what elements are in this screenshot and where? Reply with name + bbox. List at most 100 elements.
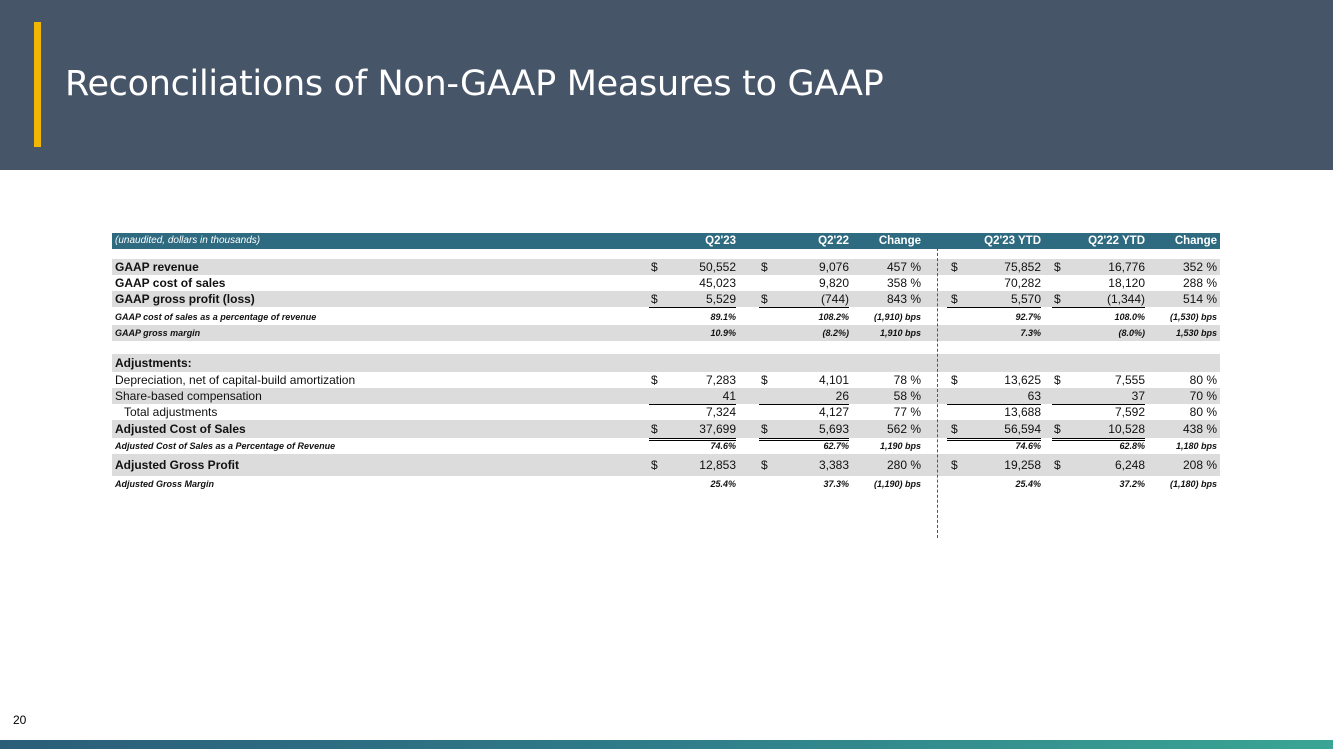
table-row: GAAP cost of sales 45,023 9,820 358 % 70… [112,275,1220,292]
row-label: Share-based compensation [115,389,262,403]
table-row: Adjusted Gross Profit $ 12,853 $ 3,383 2… [112,454,1220,476]
value-q222-ytd: (8.0%) [1118,328,1145,338]
value-q222-ytd: 7,555 [1114,373,1145,387]
value-q222-ytd: 18,120 [1052,275,1145,292]
value-change: 1,910 bps [879,328,921,338]
value-q223: 7,283 [705,373,736,387]
value-q222: (744) [820,292,849,306]
page-number: 20 [13,713,27,727]
value-change-ytd: 1,180 bps [1175,441,1217,451]
value-q222-ytd: (1,344) [1106,292,1145,306]
table-row: Adjustments: [112,354,1220,372]
slide-header: Reconciliations of Non-GAAP Measures to … [0,0,1333,170]
value-change: 562 % [886,422,921,436]
value-q223: 25.4% [710,479,736,489]
period-divider [937,248,938,538]
row-label: GAAP cost of sales [115,276,226,290]
value-q223-ytd: 63 [947,388,1041,405]
value-q223: 45,023 [649,275,736,292]
table-row: GAAP gross margin 10.9% (8.2%) 1,910 bps… [112,325,1220,341]
accent-bar [34,22,41,147]
value-change: 1,190 bps [879,441,921,451]
table-row: GAAP revenue $ 50,552 $ 9,076 457 % $ 75… [112,259,1220,275]
row-label: GAAP cost of sales as a percentage of re… [115,312,317,322]
value-q222: 4,101 [818,373,849,387]
value-q222: 3,383 [818,458,849,472]
table-note: (unaudited, dollars in thousands) [115,235,261,246]
value-q223-ytd: 19,258 [1004,458,1041,472]
table-row: GAAP gross profit (loss) $ 5,529 $ (744)… [112,291,1220,307]
value-change: 78 % [893,373,921,387]
slide-title: Reconciliations of Non-GAAP Measures to … [65,64,884,104]
col-header-q222: Q2'22 [818,235,849,247]
value-q223: 7,324 [649,404,736,421]
col-header-q223: Q2'23 [705,235,736,247]
value-q223-ytd: 25.4% [1015,479,1041,489]
value-q223: 41 [649,388,736,405]
table-row: Total adjustments 7,324 4,127 77 % 13,68… [112,404,1220,421]
row-label: GAAP revenue [115,260,199,274]
value-change: 358 % [886,276,921,290]
row-label: Adjusted Gross Profit [115,458,240,472]
value-change-ytd: 352 % [1182,260,1217,274]
value-q222-ytd: 37.2% [1119,479,1145,489]
value-q223-ytd: 75,852 [1004,260,1041,274]
col-header-change: Change [878,235,921,247]
value-change-ytd: 288 % [1182,276,1217,290]
value-q223-ytd: 13,688 [947,404,1041,421]
table-row: Adjusted Cost of Sales as a Percentage o… [112,438,1220,454]
value-change: (1,910) bps [873,312,921,322]
row-label: Depreciation, net of capital-build amort… [115,373,356,387]
value-q222-ytd: 7,592 [1052,404,1145,421]
value-q222: 108.2% [818,312,849,322]
value-q222: 26 [759,388,849,405]
spacer-row [112,341,1220,354]
value-change-ytd: 80 % [1189,405,1217,419]
footer-bar [0,740,1333,749]
value-q222: (8.2%) [822,328,849,338]
table-row: Adjusted Cost of Sales $ 37,699 $ 5,693 … [112,420,1220,441]
value-change: 843 % [886,292,921,306]
value-q223: 50,552 [699,260,736,274]
value-change-ytd: 70 % [1189,389,1217,403]
value-q223: 74.6% [710,441,736,451]
value-q223-ytd: 13,625 [1004,373,1041,387]
value-q222: 37.3% [823,479,849,489]
row-label: Total adjustments [124,405,218,419]
value-change: 77 % [893,405,921,419]
value-q223: 12,853 [699,458,736,472]
section-label: Adjustments: [115,356,192,370]
value-q223-ytd: 5,570 [1010,292,1041,306]
value-change-ytd: 80 % [1189,373,1217,387]
row-label: Adjusted Cost of Sales as a Percentage o… [115,441,336,451]
value-q222: 4,127 [759,404,849,421]
spacer-row [112,249,1220,259]
value-q223-ytd: 74.6% [1015,441,1041,451]
value-q222-ytd: 108.0% [1114,312,1145,322]
table-row: Adjusted Gross Margin 25.4% 37.3% (1,190… [112,476,1220,492]
table-row: Share-based compensation 41 26 58 % 63 3… [112,388,1220,405]
value-q223-ytd: 70,282 [947,275,1041,292]
value-change: 280 % [886,458,921,472]
value-q223-ytd: 92.7% [1015,312,1041,322]
value-q222: 9,076 [818,260,849,274]
value-change-ytd: 208 % [1182,458,1217,472]
value-q223: 89.1% [710,312,736,322]
col-header-change-ytd: Change [1174,235,1217,247]
row-label: GAAP gross profit (loss) [115,292,255,306]
table-header-row: (unaudited, dollars in thousands) Q2'23 … [112,233,1220,249]
col-header-q223-ytd: Q2'23 YTD [984,235,1041,247]
reconciliation-table: (unaudited, dollars in thousands) Q2'23 … [112,233,1220,492]
table-row: GAAP cost of sales as a percentage of re… [112,309,1220,325]
value-change-ytd: 514 % [1182,292,1217,306]
row-label: Adjusted Gross Margin [115,479,215,489]
row-label: Adjusted Cost of Sales [115,422,246,436]
value-q222-ytd: 6,248 [1114,458,1145,472]
value-q223: 5,529 [705,292,736,306]
value-change-ytd: 438 % [1182,422,1217,436]
value-q222-ytd: 62.8% [1119,441,1145,451]
value-q222: 9,820 [759,275,849,292]
value-change-ytd: 1,530 bps [1175,328,1217,338]
value-q222-ytd: 16,776 [1108,260,1145,274]
col-header-q222-ytd: Q2'22 YTD [1088,235,1145,247]
